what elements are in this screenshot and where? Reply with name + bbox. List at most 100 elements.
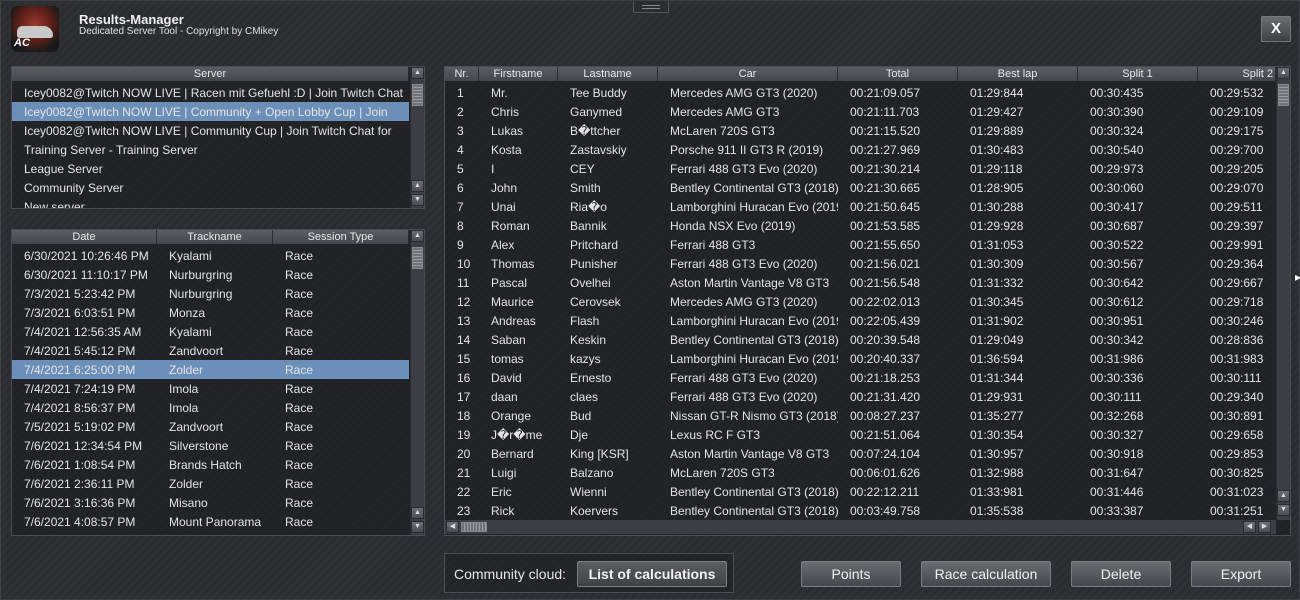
date-column-header[interactable]: Date <box>12 230 157 244</box>
result-row[interactable]: 23 Rick Koervers Bentley Continental GT3 (2… <box>445 501 1276 520</box>
nr-column-header[interactable]: Nr. <box>445 67 479 81</box>
result-row[interactable]: 3 Lukas B�ttcher McLaren 720S GT3 00:21:15.5… <box>445 121 1276 140</box>
session-row[interactable]: 6/30/2021 11:10:17 PM Nurburgring Race <box>12 265 409 284</box>
lastname-column-header[interactable]: Lastname <box>558 67 658 81</box>
result-row[interactable]: 16 David Ernesto Ferrari 488 GT3 Evo (2020)… <box>445 368 1276 387</box>
scroll-left-icon[interactable]: ◀ <box>446 521 459 533</box>
points-button[interactable]: Points <box>801 561 901 587</box>
total-column-header[interactable]: Total <box>838 67 958 81</box>
server-scrollbar[interactable]: ▲ ▲ ▼ <box>410 67 424 208</box>
scroll-up-icon[interactable]: ▲ <box>1277 67 1290 79</box>
trackname-column-header[interactable]: Trackname <box>157 230 273 244</box>
scroll-left-icon[interactable]: ◀ <box>1243 521 1256 533</box>
session-row[interactable]: 7/4/2021 7:24:19 PM Imola Race <box>12 379 409 398</box>
session-row[interactable]: 7/6/2021 12:34:54 PM Silverstone Race <box>12 436 409 455</box>
server-list-item[interactable]: Community Server <box>12 178 409 197</box>
result-row[interactable]: 19 J�r�me Dje Lexus RC F GT3 00:21:51.064 01:… <box>445 425 1276 444</box>
server-column-header[interactable]: Server <box>12 67 409 81</box>
result-row[interactable]: 14 Saban Keskin Bentley Continental GT3 (20… <box>445 330 1276 349</box>
result-split1: 00:31:446 <box>1090 484 1144 499</box>
race-calculation-button[interactable]: Race calculation <box>921 561 1051 587</box>
window-grip[interactable] <box>633 1 669 13</box>
result-row[interactable]: 17 daan claes Ferrari 488 GT3 Evo (2020) 00:… <box>445 387 1276 406</box>
session-row[interactable]: 7/6/2021 2:36:11 PM Zolder Race <box>12 474 409 493</box>
export-button[interactable]: Export <box>1191 561 1291 587</box>
scroll-up-icon[interactable]: ▲ <box>411 230 424 242</box>
session-row[interactable]: 7/6/2021 1:08:54 PM Brands Hatch Race <box>12 455 409 474</box>
result-row[interactable]: 18 Orange Bud Nissan GT-R Nismo GT3 (2018) 0… <box>445 406 1276 425</box>
split1-column-header[interactable]: Split 1 <box>1078 67 1198 81</box>
scroll-thumb[interactable] <box>412 84 423 106</box>
result-row[interactable]: 22 Eric Wienni Bentley Continental GT3 (201… <box>445 482 1276 501</box>
result-firstname: Alex <box>491 237 515 252</box>
result-row[interactable]: 8 Roman Bannik Honda NSX Evo (2019) 00:21:53… <box>445 216 1276 235</box>
result-lastname: Smith <box>570 180 601 195</box>
scroll-up-icon[interactable]: ▲ <box>411 67 424 79</box>
server-list-item[interactable]: League Server <box>12 159 409 178</box>
server-list-item[interactable]: Icey0082@Twitch NOW LIVE | Racen mit Gef… <box>12 83 409 102</box>
scroll-up-icon[interactable]: ▲ <box>1277 490 1290 502</box>
scroll-down-icon[interactable]: ▲ <box>411 180 424 192</box>
session-row[interactable]: 7/4/2021 8:56:37 PM Imola Race <box>12 398 409 417</box>
server-list-item[interactable]: Icey0082@Twitch NOW LIVE | Community + O… <box>12 102 409 121</box>
result-row[interactable]: 2 Chris Ganymed Mercedes AMG GT3 00:21:11.70… <box>445 102 1276 121</box>
scroll-down-icon[interactable]: ▼ <box>1277 504 1290 516</box>
firstname-column-header[interactable]: Firstname <box>479 67 558 81</box>
result-total: 00:21:31.420 <box>850 389 921 404</box>
result-row[interactable]: 1 Mr. Tee Buddy Mercedes AMG GT3 (2020) 00:2… <box>445 83 1276 102</box>
result-row[interactable]: 5 I CEY Ferrari 488 GT3 Evo (2020) 00:21:30.… <box>445 159 1276 178</box>
result-row[interactable]: 13 Andreas Flash Lamborghini Huracan Evo (2… <box>445 311 1276 330</box>
scroll-thumb[interactable] <box>412 247 423 269</box>
result-row[interactable]: 12 Maurice Cerovsek Mercedes AMG GT3 (2020)… <box>445 292 1276 311</box>
result-row[interactable]: 20 Bernard King [KSR] Aston Martin Vantage … <box>445 444 1276 463</box>
scroll-right-icon[interactable]: ▶ <box>1258 521 1271 533</box>
list-of-calculations-button[interactable]: List of calculations <box>577 561 727 587</box>
result-total: 00:21:15.520 <box>850 123 921 138</box>
session-row[interactable]: 7/6/2021 4:08:57 PM Mount Panorama Race <box>12 512 409 531</box>
session-trackname: Silverstone <box>169 438 229 453</box>
server-list-item[interactable]: New server <box>12 197 409 209</box>
result-row[interactable]: 9 Alex Pritchard Ferrari 488 GT3 00:21:55.65… <box>445 235 1276 254</box>
close-button[interactable]: X <box>1261 16 1291 42</box>
best-lap-column-header[interactable]: Best lap <box>958 67 1078 81</box>
result-total: 00:21:30.665 <box>850 180 921 195</box>
result-row[interactable]: 4 Kosta Zastavskiy Porsche 911 II GT3 R (20… <box>445 140 1276 159</box>
session-date: 7/6/2021 2:36:11 PM <box>24 476 135 491</box>
results-vertical-scrollbar[interactable]: ▲ ▲ ▼ <box>1276 67 1290 520</box>
server-list-item[interactable]: Training Server - Training Server <box>12 140 409 159</box>
session-row[interactable]: 7/4/2021 6:25:00 PM Zolder Race <box>12 360 409 379</box>
result-firstname: J�r�me <box>491 427 543 442</box>
result-row[interactable]: 11 Pascal Ovelhei Aston Martin Vantage V8 G… <box>445 273 1276 292</box>
result-best-lap: 01:30:957 <box>970 446 1024 461</box>
scroll-up-icon[interactable]: ▲ <box>411 507 424 519</box>
scroll-thumb[interactable] <box>461 522 487 532</box>
split2-column-header[interactable]: Split 2 <box>1198 67 1276 81</box>
results-horizontal-scrollbar[interactable]: ◀ ◀ ▶ <box>445 520 1276 534</box>
result-row[interactable]: 7 Unai Ria�o Lamborghini Huracan Evo (2019 0… <box>445 197 1276 216</box>
session-row[interactable]: 7/3/2021 5:23:42 PM Nurburgring Race <box>12 284 409 303</box>
sessions-scrollbar[interactable]: ▲ ▲ ▼ <box>410 230 424 535</box>
server-list-item[interactable]: Icey0082@Twitch NOW LIVE | Community Cup… <box>12 121 409 140</box>
result-row[interactable]: 10 Thomas Punisher Ferrari 488 GT3 Evo (202… <box>445 254 1276 273</box>
result-row[interactable]: 15 tomas kazys Lamborghini Huracan Evo (201… <box>445 349 1276 368</box>
session-row[interactable]: 7/5/2021 5:19:02 PM Zandvoort Race <box>12 417 409 436</box>
session-row[interactable]: 6/30/2021 10:26:46 PM Kyalami Race <box>12 246 409 265</box>
result-car: McLaren 720S GT3 <box>670 123 775 138</box>
session-row[interactable]: 7/4/2021 12:56:35 AM Kyalami Race <box>12 322 409 341</box>
session-date: 7/4/2021 12:56:35 AM <box>24 324 142 339</box>
result-row[interactable]: 6 John Smith Bentley Continental GT3 (2018)… <box>445 178 1276 197</box>
session-row[interactable]: 7/3/2021 6:03:51 PM Monza Race <box>12 303 409 322</box>
result-total: 00:07:24.104 <box>850 446 921 461</box>
session-row[interactable]: 7/4/2021 5:45:12 PM Zandvoort Race <box>12 341 409 360</box>
result-nr: 10 <box>457 256 471 271</box>
result-row[interactable]: 21 Luigi Balzano McLaren 720S GT3 00:06:01.6… <box>445 463 1276 482</box>
scroll-down-icon[interactable]: ▼ <box>411 194 424 206</box>
car-column-header[interactable]: Car <box>658 67 838 81</box>
result-split2: 00:29:205 <box>1210 161 1264 176</box>
delete-button[interactable]: Delete <box>1071 561 1171 587</box>
session-type-column-header[interactable]: Session Type <box>273 230 409 244</box>
scroll-thumb[interactable] <box>1278 84 1289 106</box>
scroll-down-icon[interactable]: ▼ <box>411 521 424 533</box>
result-best-lap: 01:28:905 <box>970 180 1024 195</box>
session-row[interactable]: 7/6/2021 3:16:36 PM Misano Race <box>12 493 409 512</box>
